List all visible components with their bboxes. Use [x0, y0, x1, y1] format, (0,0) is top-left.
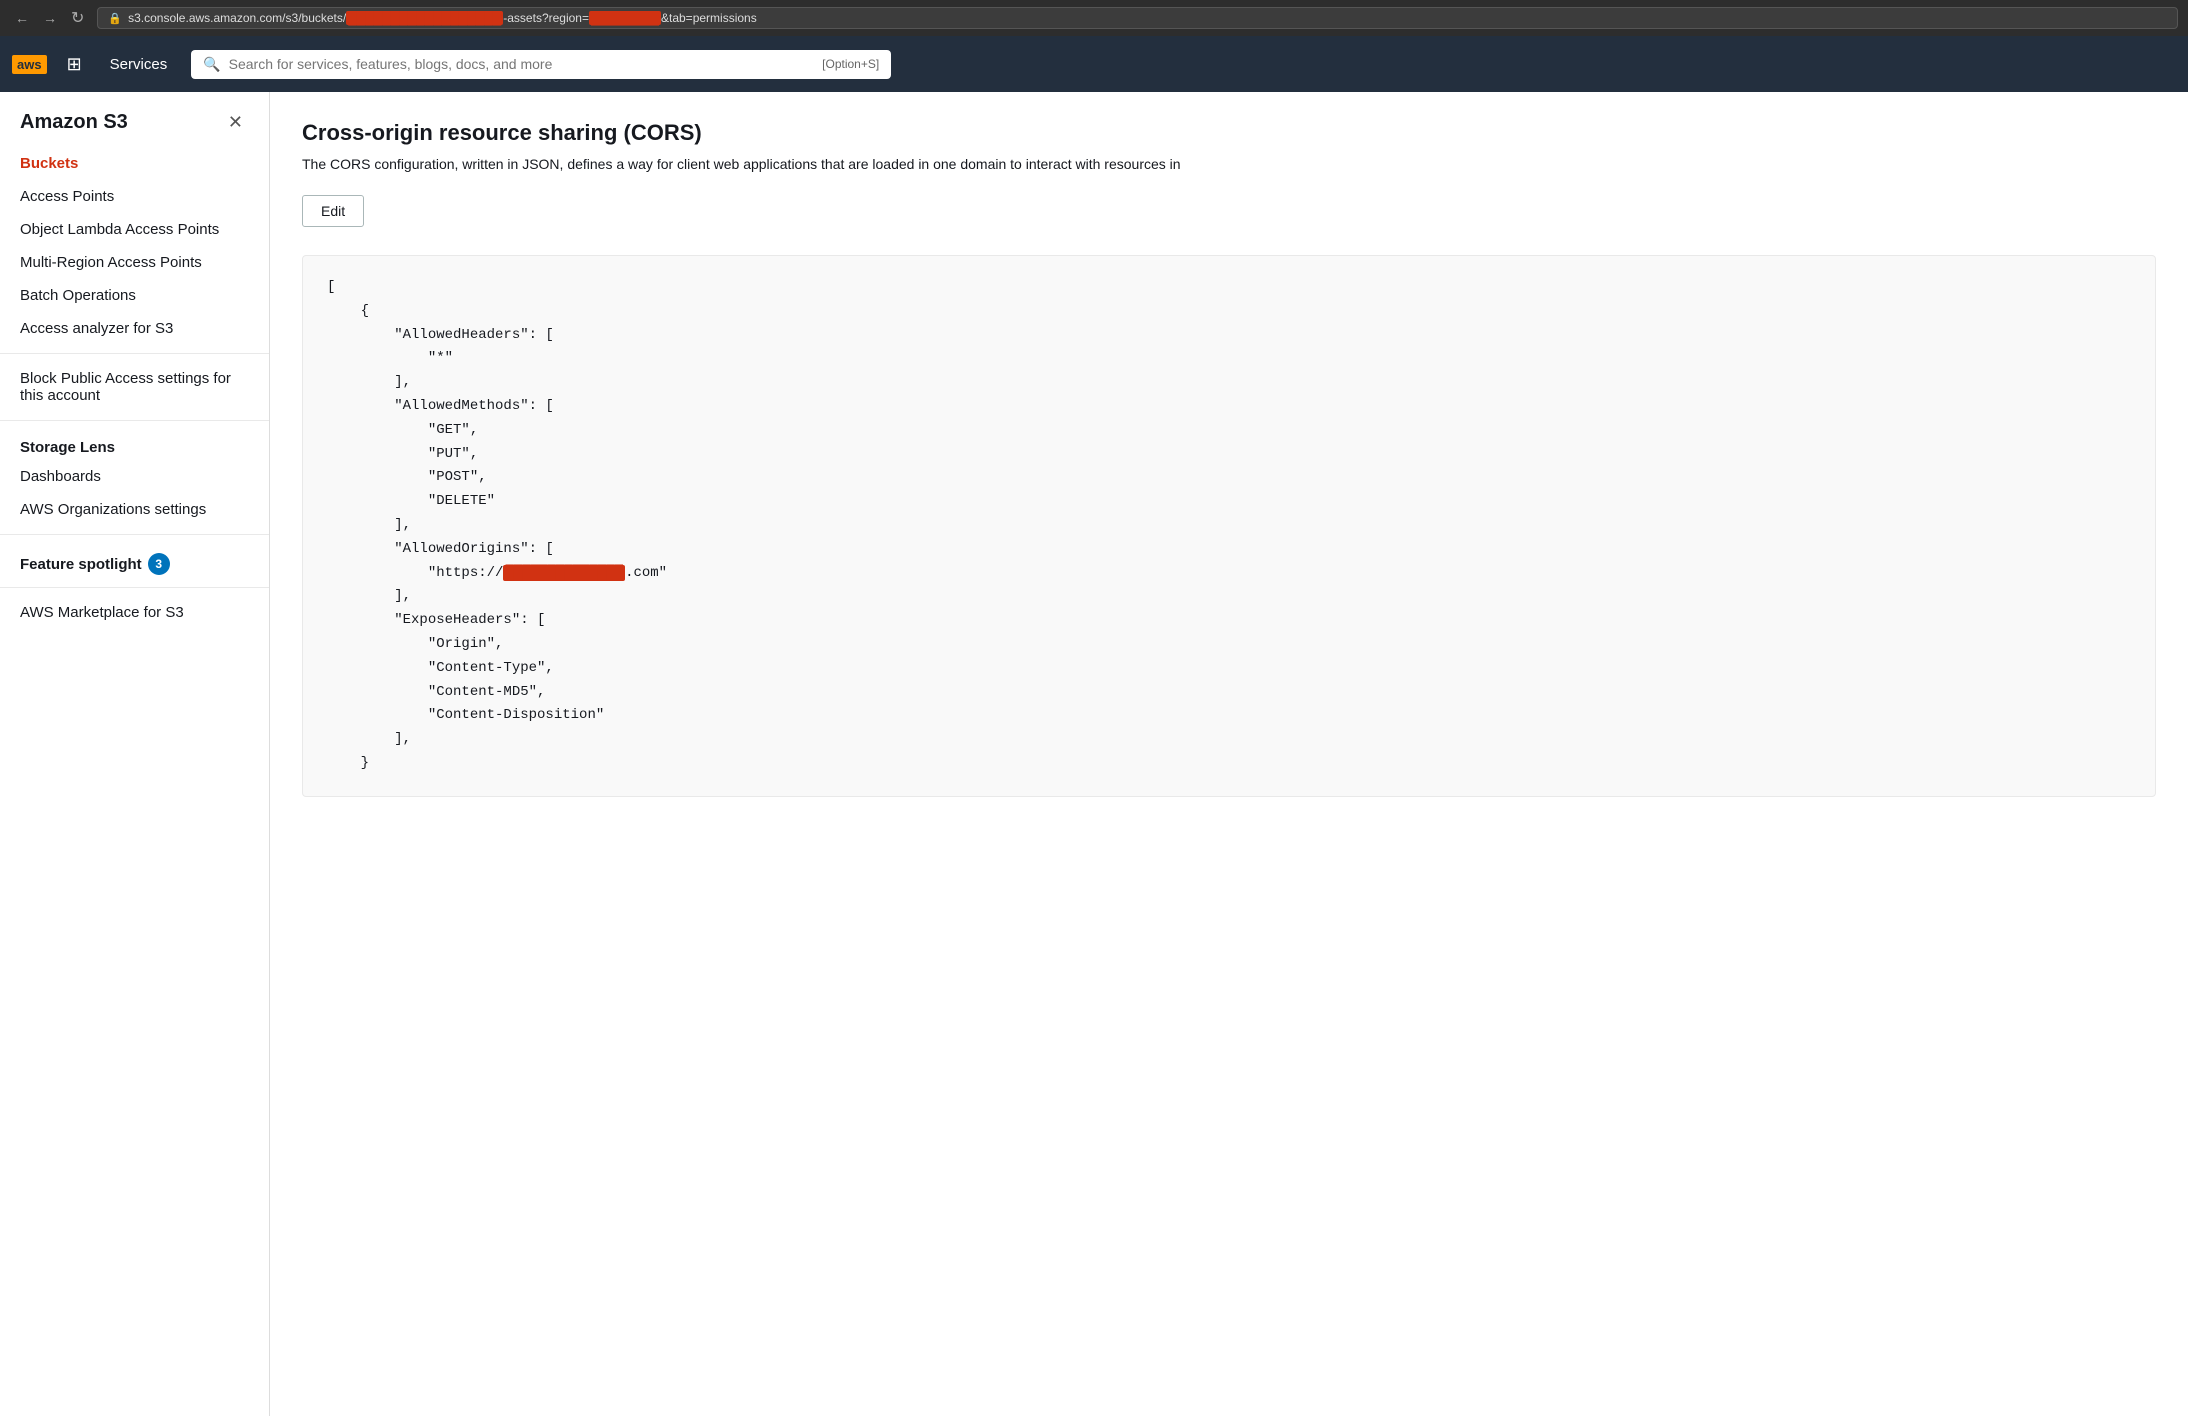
feature-spotlight-badge: 3	[148, 553, 170, 575]
sidebar-item-buckets[interactable]: Buckets	[0, 147, 269, 180]
code-line-11: ],	[327, 517, 411, 533]
code-line-10: "DELETE"	[327, 493, 495, 509]
code-line-2: {	[327, 303, 369, 319]
sidebar-divider-4	[0, 587, 269, 588]
refresh-button[interactable]: ↻	[66, 6, 89, 30]
sidebar-storage-lens-header[interactable]: Storage Lens	[0, 429, 269, 460]
sidebar-item-access-points[interactable]: Access Points	[0, 180, 269, 213]
sidebar: Amazon S3 ✕ Buckets Access Points Object…	[0, 92, 270, 1416]
sidebar-item-block-public-access[interactable]: Block Public Access settings for this ac…	[0, 362, 269, 412]
search-shortcut: [Option+S]	[822, 57, 879, 71]
code-line-15: "ExposeHeaders": [	[327, 612, 545, 628]
aws-logo: aws	[12, 55, 47, 74]
sidebar-item-batch-ops[interactable]: Batch Operations	[0, 279, 269, 312]
code-line-14: ],	[327, 588, 411, 604]
sidebar-divider-3	[0, 534, 269, 535]
code-line-16: "Origin",	[327, 636, 503, 652]
search-input[interactable]	[229, 56, 815, 72]
address-text: s3.console.aws.amazon.com/s3/buckets/███…	[128, 11, 2167, 25]
address-bar[interactable]: 🔒 s3.console.aws.amazon.com/s3/buckets/█…	[97, 7, 2178, 29]
edit-button[interactable]: Edit	[302, 195, 364, 227]
cors-title: Cross-origin resource sharing (CORS)	[302, 120, 2156, 146]
sidebar-title: Amazon S3	[20, 111, 128, 134]
sidebar-divider-2	[0, 420, 269, 421]
aws-navbar: aws ⊞ Services 🔍 [Option+S]	[0, 36, 2188, 92]
cors-code-block: [ { "AllowedHeaders": [ "*" ], "AllowedM…	[302, 255, 2156, 797]
services-button[interactable]: Services	[102, 52, 176, 77]
sidebar-item-object-lambda[interactable]: Object Lambda Access Points	[0, 213, 269, 246]
aws-logo-area: aws	[12, 55, 47, 74]
feature-spotlight-label: Feature spotlight	[20, 556, 142, 573]
code-line-19: "Content-Disposition"	[327, 707, 604, 723]
forward-button[interactable]: →	[38, 8, 62, 28]
code-line-3: "AllowedHeaders": [	[327, 327, 554, 343]
sidebar-item-dashboards[interactable]: Dashboards	[0, 460, 269, 493]
code-line-6: "AllowedMethods": [	[327, 398, 554, 414]
code-line-13-prefix: "https://	[327, 565, 503, 581]
redacted-bucket-name: ██████████████████	[346, 11, 503, 25]
sidebar-item-aws-org-settings[interactable]: AWS Organizations settings	[0, 493, 269, 526]
code-line-18: "Content-MD5",	[327, 684, 545, 700]
sidebar-header: Amazon S3 ✕	[0, 92, 269, 147]
main-layout: Amazon S3 ✕ Buckets Access Points Object…	[0, 92, 2188, 1416]
code-line-13: "https://██████████████.com"	[327, 565, 667, 581]
sidebar-item-marketplace[interactable]: AWS Marketplace for S3	[0, 596, 269, 629]
sidebar-item-access-analyzer[interactable]: Access analyzer for S3	[0, 312, 269, 345]
search-icon: 🔍	[203, 56, 220, 73]
content-panel: Cross-origin resource sharing (CORS) The…	[270, 92, 2188, 1416]
code-line-5: ],	[327, 374, 411, 390]
sidebar-item-multi-region[interactable]: Multi-Region Access Points	[0, 246, 269, 279]
code-line-17: "Content-Type",	[327, 660, 554, 676]
sidebar-feature-spotlight[interactable]: Feature spotlight 3	[0, 543, 269, 579]
content-area: Cross-origin resource sharing (CORS) The…	[270, 92, 2188, 1416]
browser-nav-buttons: ← → ↻	[10, 6, 89, 30]
redacted-origin: ██████████████	[503, 565, 625, 581]
code-line-4: "*"	[327, 350, 453, 366]
code-line-13-suffix: .com"	[625, 565, 667, 581]
storage-lens-label: Storage Lens	[20, 439, 115, 456]
sidebar-nav: Buckets Access Points Object Lambda Acce…	[0, 147, 269, 645]
browser-bar: ← → ↻ 🔒 s3.console.aws.amazon.com/s3/buc…	[0, 0, 2188, 36]
redacted-region: ████████	[589, 11, 661, 25]
back-button[interactable]: ←	[10, 8, 34, 28]
cors-description: The CORS configuration, written in JSON,…	[302, 154, 2156, 175]
code-line-9: "POST",	[327, 469, 487, 485]
grid-icon[interactable]: ⊞	[63, 50, 86, 79]
search-bar[interactable]: 🔍 [Option+S]	[191, 50, 891, 79]
sidebar-divider-1	[0, 353, 269, 354]
code-line-8: "PUT",	[327, 446, 478, 462]
sidebar-close-button[interactable]: ✕	[222, 110, 249, 135]
lock-icon: 🔒	[108, 12, 122, 25]
code-line-1: [	[327, 279, 335, 295]
code-line-12: "AllowedOrigins": [	[327, 541, 554, 557]
code-line-20: ],	[327, 731, 411, 747]
code-line-21: }	[327, 755, 369, 771]
code-line-7: "GET",	[327, 422, 478, 438]
